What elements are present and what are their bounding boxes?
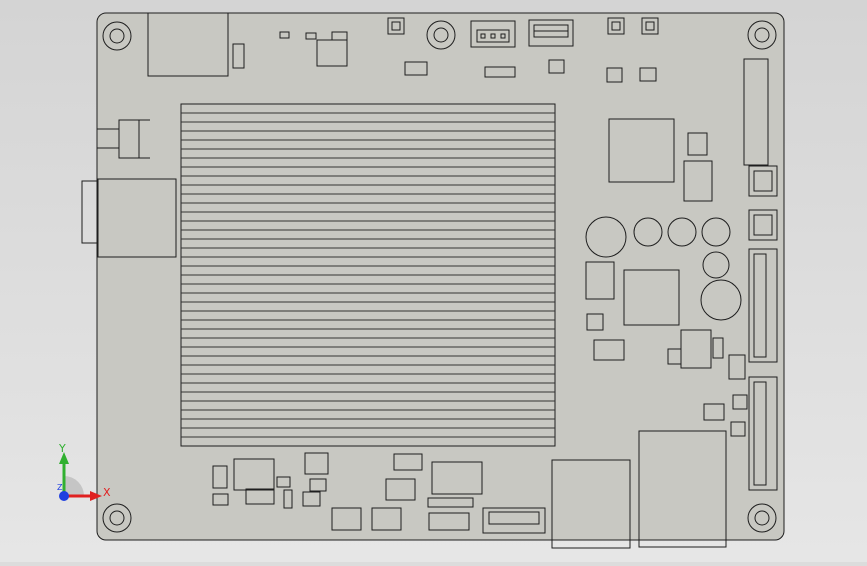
- axis-z-label: Z: [57, 483, 63, 492]
- board-drawing[interactable]: [0, 0, 867, 562]
- axis-y-label: Y: [59, 442, 66, 455]
- axis-x-label: X: [103, 486, 111, 499]
- side-port: [81, 180, 99, 244]
- model-viewport[interactable]: Y X Z: [0, 0, 867, 562]
- pcb-board: [96, 12, 785, 541]
